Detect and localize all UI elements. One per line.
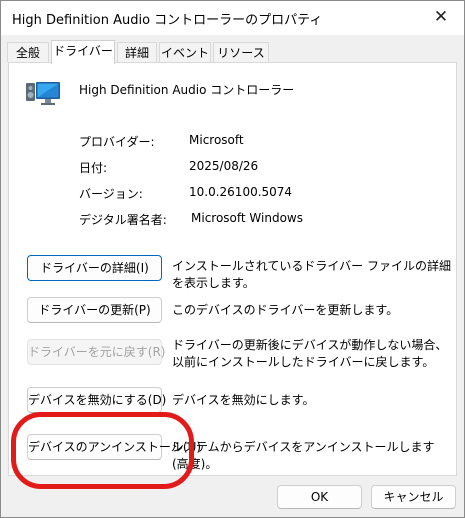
speaker-monitor-icon [26, 82, 60, 105]
uninstall-device-button[interactable]: デバイスのアンインストール(U) [27, 434, 201, 460]
disable-device-button[interactable]: デバイスを無効にする(D) [27, 387, 166, 413]
tab-events[interactable]: イベント [159, 42, 211, 62]
update-driver-description: このデバイスのドライバーを更新します。 [172, 303, 399, 317]
driver-tab-panel: High Definition Audio コントローラー プロバイダー: Mi… [8, 62, 457, 476]
driver-details-description: インストールされているドライバー ファイルの詳細を表示します。 [172, 259, 451, 290]
version-label: バージョン: [79, 187, 143, 201]
tab-driver[interactable]: ドライバー [51, 40, 115, 64]
tab-general[interactable]: 全般 [7, 42, 49, 62]
provider-value: Microsoft [189, 133, 244, 147]
disable-device-description: デバイスを無効にします。 [172, 393, 315, 407]
uninstall-device-description: システムからデバイスをアンインストールします (高度)。 [172, 440, 435, 471]
digital-signer-value: Microsoft Windows [191, 211, 303, 225]
driver-details-button[interactable]: ドライバーの詳細(I) [27, 255, 162, 281]
date-label: 日付: [79, 161, 108, 175]
close-icon: ✕ [433, 7, 449, 27]
digital-signer-label: デジタル署名者: [79, 213, 167, 227]
tab-resources[interactable]: リソース [213, 42, 269, 62]
roll-back-driver-button[interactable]: ドライバーを元に戻す(R) [27, 339, 165, 365]
cancel-button[interactable]: キャンセル [371, 485, 456, 509]
properties-dialog: High Definition Audio コントローラーのプロパティ ✕ 全般… [0, 0, 465, 518]
title-bar[interactable]: High Definition Audio コントローラーのプロパティ ✕ [1, 1, 464, 35]
update-driver-button[interactable]: ドライバーの更新(P) [27, 297, 162, 323]
ok-button[interactable]: OK [277, 485, 362, 509]
close-button[interactable]: ✕ [420, 2, 462, 32]
tab-details[interactable]: 詳細 [117, 42, 157, 62]
device-name: High Definition Audio コントローラー [79, 83, 295, 97]
roll-back-driver-description: ドライバーの更新後にデバイスが動作しない場合、以前にインストールしたドライバーに… [172, 338, 448, 369]
window-title: High Definition Audio コントローラーのプロパティ [12, 13, 323, 28]
provider-label: プロバイダー: [79, 135, 155, 149]
version-value: 10.0.26100.5074 [189, 185, 293, 199]
date-value: 2025/08/26 [189, 159, 259, 173]
